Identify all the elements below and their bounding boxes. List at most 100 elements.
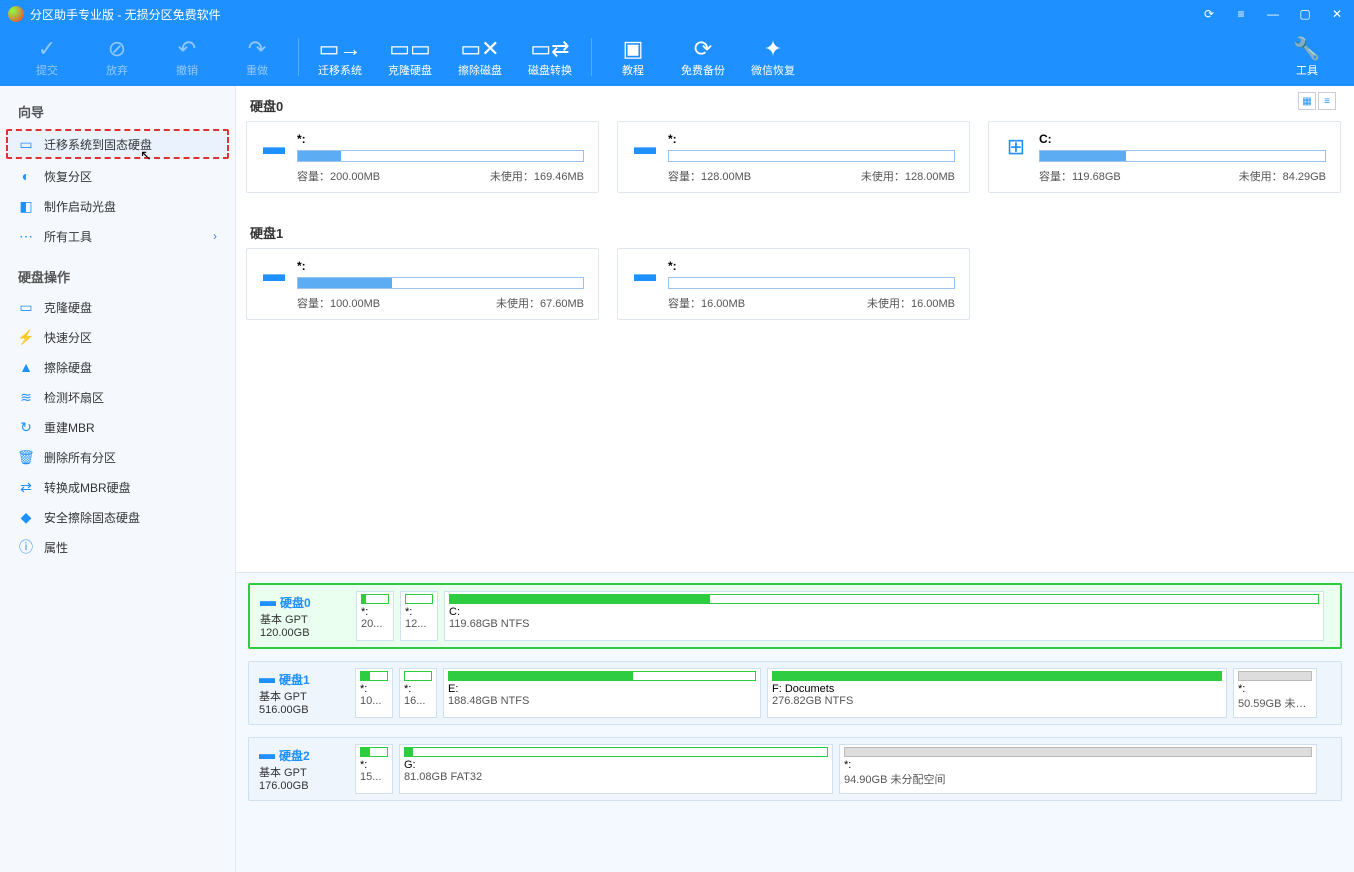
drive-icon: ▬ 硬盘1 [259,670,345,688]
sidebar-item-delall[interactable]: 🗑删除所有分区 [0,442,235,472]
disk-label: 硬盘1 [246,217,1344,248]
convert-icon: ⇄ [18,479,34,495]
close-icon[interactable]: ✕ [1328,5,1346,23]
partition-card[interactable]: ▬ *: 容量：100.00MB 未使用：67.60MB [246,248,599,320]
drive-letter: *: [297,259,584,273]
drive-letter: C: [1039,132,1326,146]
unused-label: 未使用：67.60MB [496,295,584,311]
usage-bar [668,150,955,162]
partition-bar [405,594,433,604]
sidebar-item-wipe[interactable]: ▲ 擦除硬盘 [0,352,235,382]
partition-cell[interactable]: F: Documets276.82GB NTFS [767,668,1227,718]
wipe-button[interactable]: ▭✕擦除磁盘 [445,32,515,82]
sidebar-item-all[interactable]: ⋯所有工具› [0,221,235,251]
disk-row[interactable]: ▬ 硬盘2基本 GPT176.00GB*:15...G:81.08GB FAT3… [248,737,1342,801]
partition-label: *: [1238,683,1312,695]
partition-cell[interactable]: C:119.68GB NTFS [444,591,1324,641]
sidebar-item-quick[interactable]: ⚡快速分区 [0,322,235,352]
partition-cell[interactable]: *:10... [355,668,393,718]
grid-view-icon[interactable]: ▦ [1298,92,1316,110]
sidebar-item-label: 转换成MBR硬盘 [44,479,131,496]
drive-icon: ▬ [632,261,658,287]
drive-letter: *: [297,132,584,146]
capacity-label: 容量：119.68GB [1039,168,1121,184]
convert-icon: ▭⇄ [530,36,569,62]
partition-cell[interactable]: *:94.90GB 未分配空间 [839,744,1317,794]
sidebar-item-recover[interactable]: ◐恢复分区 [0,161,235,191]
partition-info: 10... [360,695,388,707]
disk-type: 基本 GPT [260,611,346,627]
partition-bar [772,671,1222,681]
undo-button[interactable]: ↶撤销 [152,32,222,82]
partition-info: 188.48GB NTFS [448,695,756,707]
discard-button[interactable]: ⊘放弃 [82,32,152,82]
sidebar-item-label: 检测坏扇区 [44,389,104,406]
list-view-icon[interactable]: ≡ [1318,92,1336,110]
redo-button[interactable]: ↷重做 [222,32,292,82]
sidebar-item-props[interactable]: ⓘ属性 [0,532,235,562]
partition-label: *: [360,759,388,771]
convert-button[interactable]: ▭⇄磁盘转换 [515,32,585,82]
drive-icon: ▬ 硬盘0 [260,593,346,611]
tutorial-button[interactable]: ▣教程 [598,32,668,82]
commit-button[interactable]: ✓提交 [12,32,82,82]
capacity-label: 容量：200.00MB [297,168,380,184]
card-row: ▬*:容量：200.00MB未使用：169.46MB▬*:容量：128.00MB… [246,121,1344,193]
capacity-label: 容量：128.00MB [668,168,751,184]
partition-cell[interactable]: *:20... [356,591,394,641]
disk-label: 硬盘0 [246,90,1344,121]
wizard-section-title: 向导 [0,96,235,127]
sidebar-item-badblock[interactable]: ≋检测坏扇区 [0,382,235,412]
partition-label: G: [404,759,828,771]
wipe-icon: ▲ [18,359,34,375]
separator [591,38,592,76]
capacity-label: 容量：16.00MB [668,295,745,311]
disk-row[interactable]: ▬ 硬盘0基本 GPT120.00GB*:20...*:12...C:119.6… [248,583,1342,649]
tools-button[interactable]: 🔧工具 [1272,32,1342,82]
backup-button[interactable]: ⟳免费备份 [668,32,738,82]
windows-icon: ⊞ [1003,134,1029,160]
ops-section-title: 硬盘操作 [0,261,235,292]
migrate-icon: ▭ [18,136,34,152]
drive-letter: *: [668,259,955,273]
clone-button[interactable]: ▭▭克隆硬盘 [375,32,445,82]
disk-header: ▬ 硬盘0基本 GPT120.00GB [256,591,350,641]
sidebar-item-label: 擦除硬盘 [44,359,92,376]
partition-cell[interactable]: *:50.59GB 未分... [1233,668,1317,718]
unused-label: 未使用：128.00MB [861,168,955,184]
capacity-label: 容量：100.00MB [297,295,380,311]
maximize-icon[interactable]: ▢ [1296,5,1314,23]
sidebar-item-bootdisk[interactable]: ◧制作启动光盘 [0,191,235,221]
card-row: ▬*:容量：100.00MB未使用：67.60MB▬*:容量：16.00MB未使… [246,248,1344,320]
partition-label: F: Documets [772,683,1222,695]
drive-icon: ▬ [261,261,287,287]
partition-label: *: [361,606,389,618]
partition-cell[interactable]: *:15... [355,744,393,794]
view-toggle: ▦ ≡ [1298,92,1336,110]
sidebar-item-migrate[interactable]: ▭迁移系统到固态硬盘 [6,129,229,159]
ssderase-icon: ◆ [18,509,34,525]
refresh-icon[interactable]: ⟳ [1200,5,1218,23]
partition-info: 15... [360,771,388,783]
partition-card[interactable]: ⊞C:容量：119.68GB未使用：84.29GB [988,121,1341,193]
sidebar-item-convert[interactable]: ⇄ 转换成MBR硬盘 [0,472,235,502]
sidebar-item-clone[interactable]: ▭克隆硬盘 [0,292,235,322]
migrate-button[interactable]: ▭→迁移系统 [305,32,375,82]
partition-cell[interactable]: *:12... [400,591,438,641]
wechat-button[interactable]: ✦微信恢复 [738,32,808,82]
sidebar-item-mbr[interactable]: ↻重建MBR [0,412,235,442]
partition-card[interactable]: ▬*:容量：16.00MB未使用：16.00MB [617,248,970,320]
drive-icon: ▬ [632,134,658,160]
menu-icon[interactable]: ≡ [1232,5,1250,23]
minimize-icon[interactable]: — [1264,5,1282,23]
disk-header: ▬ 硬盘2基本 GPT176.00GB [255,744,349,794]
partition-cell[interactable]: E:188.48GB NTFS [443,668,761,718]
partition-bar [404,671,432,681]
partition-card[interactable]: ▬*:容量：128.00MB未使用：128.00MB [617,121,970,193]
sidebar-item-ssderase[interactable]: ◆安全擦除固态硬盘 [0,502,235,532]
partition-label: *: [404,683,432,695]
partition-cell[interactable]: *:16... [399,668,437,718]
partition-cell[interactable]: G:81.08GB FAT32 [399,744,833,794]
disk-row[interactable]: ▬ 硬盘1基本 GPT516.00GB*:10...*:16...E:188.4… [248,661,1342,725]
partition-card[interactable]: ▬*:容量：200.00MB未使用：169.46MB [246,121,599,193]
